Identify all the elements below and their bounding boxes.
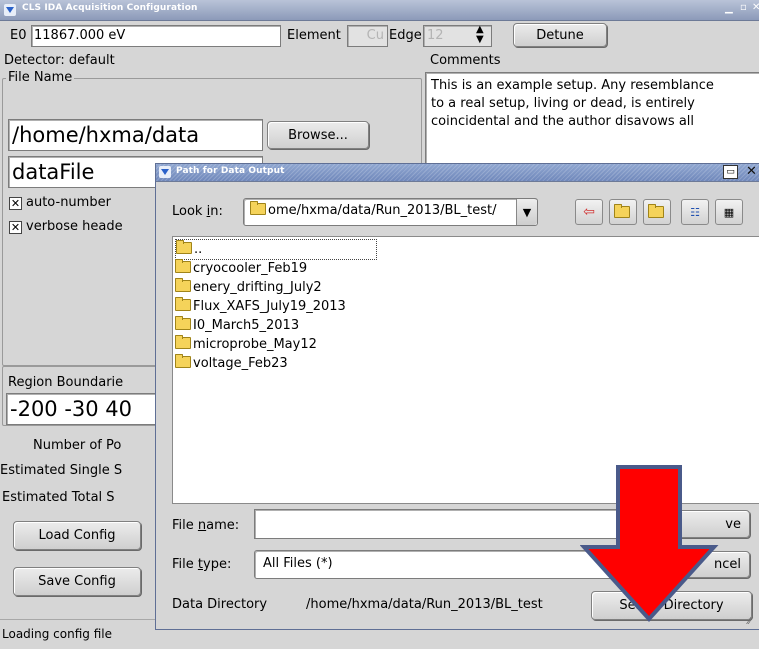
list-item[interactable]: cryocooler_Feb19 [175, 259, 307, 278]
comments-line: coincidental and the author disavows all [431, 114, 695, 129]
file-name-group-label: File Name [6, 70, 75, 85]
parent-folder-icon[interactable] [609, 199, 637, 225]
dialog-maximize-icon[interactable]: ▭ [723, 165, 738, 179]
look-in-dropdown-icon[interactable]: ▼ [516, 199, 537, 225]
look-in-combo[interactable]: ome/hxma/data/Run_2013/BL_test/ ▼ [243, 198, 538, 226]
list-item[interactable]: enery_drifting_July2 [175, 278, 322, 297]
folder-icon [175, 297, 191, 311]
edge-spin-icon[interactable]: ▲ ▼ [476, 25, 484, 45]
est-total-label: Estimated Total S [2, 490, 115, 505]
annotation-arrow-icon [580, 465, 719, 622]
folder-icon [175, 259, 191, 273]
auto-number-checkbox[interactable]: ✕ [9, 197, 22, 210]
window-title: CLS IDA Acquisition Configuration [22, 3, 198, 13]
path-input[interactable]: /home/hxma/data [8, 119, 263, 151]
comments-label: Comments [430, 53, 501, 68]
back-icon[interactable]: ⇦ [575, 199, 603, 225]
data-directory-value: /home/hxma/data/Run_2013/BL_test [306, 597, 543, 612]
element-label: Element [287, 28, 341, 43]
load-config-button[interactable]: Load Config [13, 521, 141, 550]
auto-number-label: auto-number [26, 195, 111, 210]
resize-grip-icon[interactable]: ⁄⁄ [748, 616, 751, 627]
comments-textarea[interactable]: This is an example setup. Any resemblanc… [425, 72, 759, 166]
detail-view-icon[interactable]: ▦ [715, 199, 743, 225]
list-view-icon[interactable]: ☷ [681, 199, 709, 225]
list-item[interactable]: Flux_XAFS_July19_2013 [175, 297, 346, 316]
save-config-button[interactable]: Save Config [13, 567, 141, 596]
comments-line: to a real setup, living or dead, is enti… [431, 96, 695, 111]
e0-input[interactable]: 11867.000 eV [31, 25, 281, 47]
dialog-menu-icon[interactable] [159, 166, 171, 178]
list-item[interactable]: I0_March5_2013 [175, 316, 299, 335]
file-name-label: File name: [172, 518, 240, 533]
file-type-value: All Files (*) [263, 556, 333, 571]
list-item[interactable]: voltage_Feb23 [175, 354, 288, 373]
folder-icon [175, 335, 191, 349]
edge-label: Edge [389, 28, 422, 43]
verbose-header-label: verbose heade [26, 219, 123, 234]
file-type-combo[interactable]: All Files (*) ▼ [254, 550, 632, 579]
est-single-label: Estimated Single S [0, 463, 123, 478]
list-item[interactable]: microprobe_May12 [175, 335, 317, 354]
new-folder-icon[interactable] [643, 199, 671, 225]
element-input[interactable]: Cu [347, 25, 388, 47]
e0-label: E0 [10, 28, 27, 43]
region-label: Region Boundarie [8, 375, 124, 390]
folder-icon [175, 316, 191, 330]
minimize-icon[interactable]: ▁ [725, 3, 733, 14]
dialog-titlebar[interactable]: Path for Data Output ▭ ✕ [156, 164, 759, 182]
maximize-icon[interactable]: ▫ [740, 2, 747, 13]
detector-label: Detector: default [4, 53, 115, 68]
data-directory-label: Data Directory [172, 597, 268, 612]
look-in-label: Look in: [172, 204, 223, 219]
browse-button[interactable]: Browse... [267, 121, 369, 149]
dialog-title: Path for Data Output [176, 166, 285, 176]
comments-line: This is an example setup. Any resemblanc… [431, 78, 714, 93]
look-in-value: ome/hxma/data/Run_2013/BL_test/ [268, 203, 497, 218]
dialog-close-icon[interactable]: ✕ [746, 164, 757, 179]
folder-icon [250, 201, 266, 215]
detune-button[interactable]: Detune [513, 23, 607, 47]
annotation-arrow-shape [580, 465, 719, 622]
list-item[interactable]: .. [175, 239, 377, 260]
main-titlebar[interactable]: CLS IDA Acquisition Configuration ▁ ▫ ✕ [0, 0, 759, 21]
verbose-header-checkbox[interactable]: ✕ [9, 221, 22, 234]
status-text: Loading config file [2, 627, 112, 641]
number-points-label: Number of Po [33, 438, 122, 453]
close-icon[interactable]: ✕ [752, 2, 759, 13]
window-menu-icon[interactable] [4, 4, 16, 16]
file-type-label: File type: [172, 557, 232, 572]
folder-icon [175, 278, 191, 292]
folder-icon [175, 354, 191, 368]
folder-icon [176, 240, 192, 254]
file-name-input[interactable] [254, 509, 634, 539]
